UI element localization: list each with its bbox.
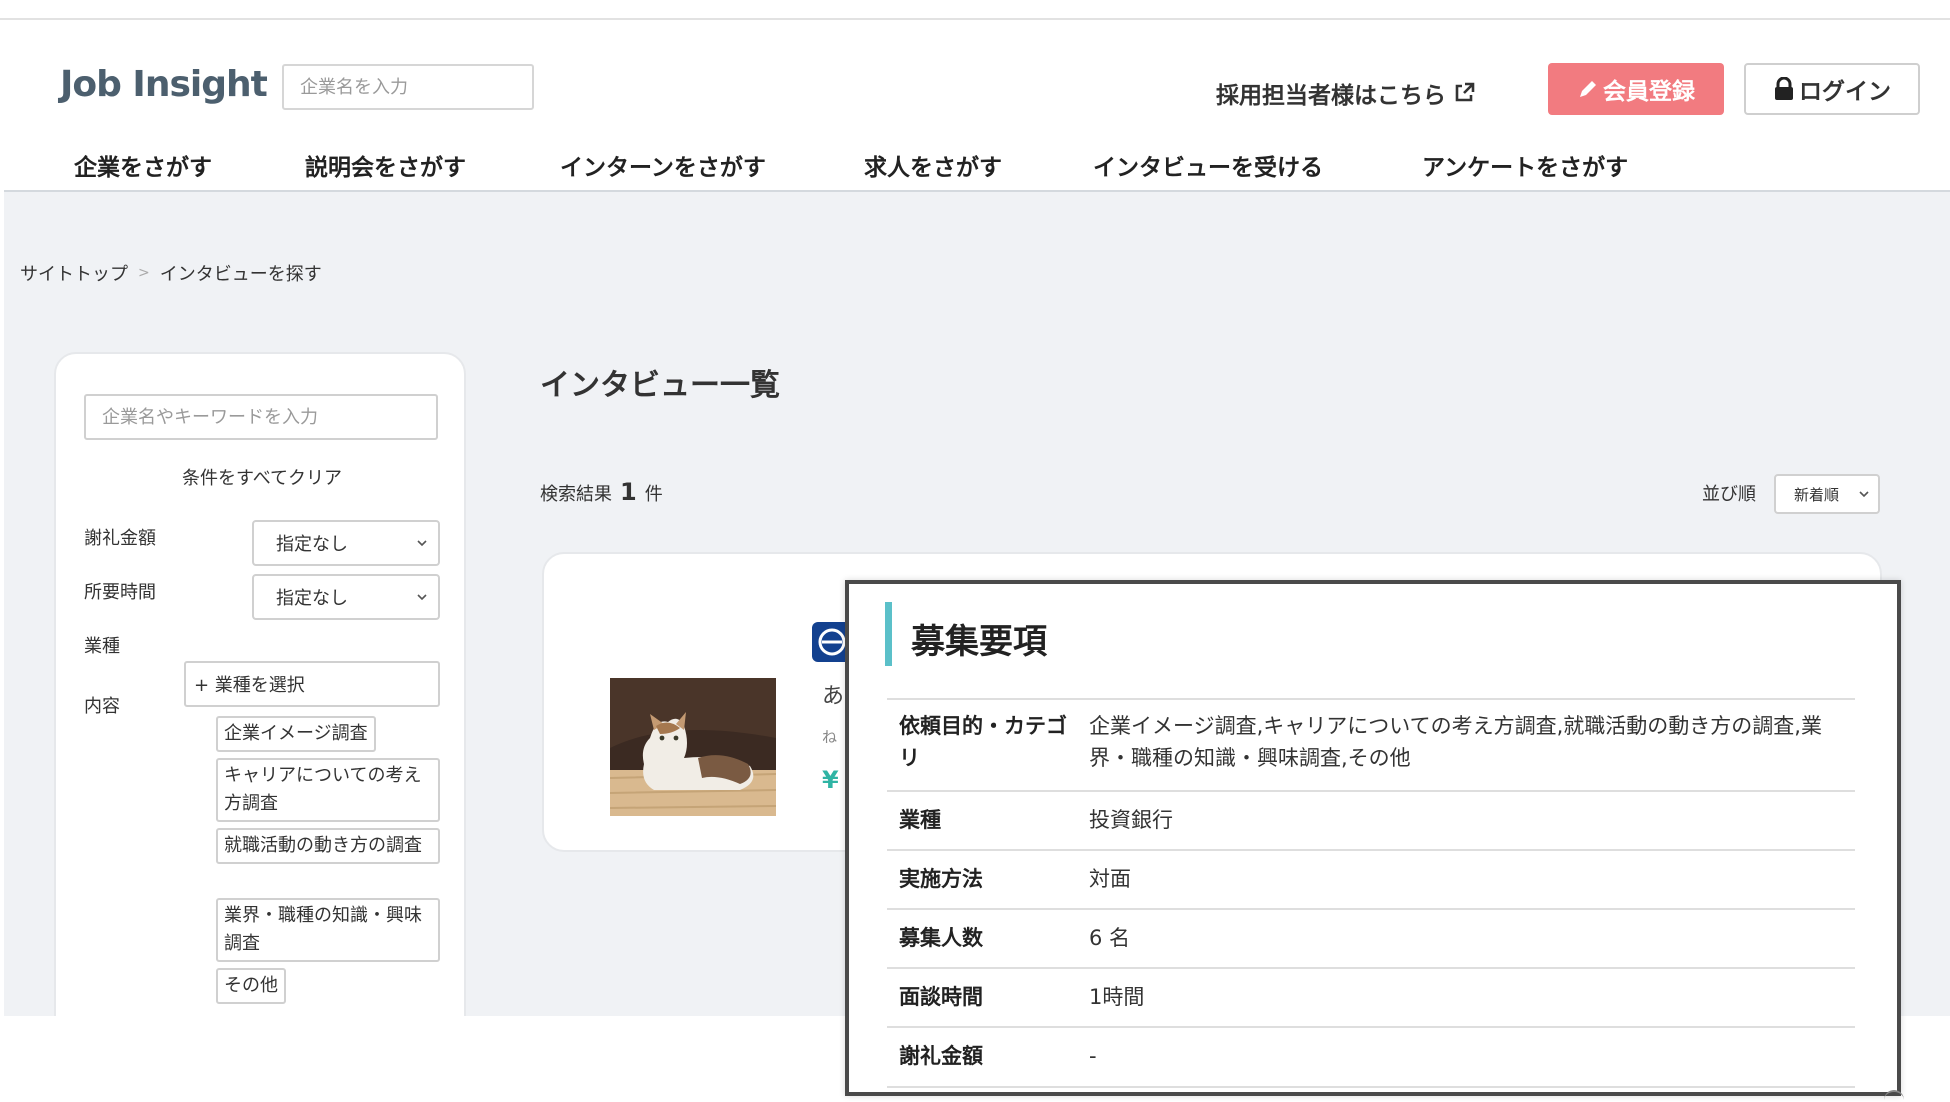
result-prefix: 検索結果 bbox=[540, 484, 612, 505]
register-button[interactable]: 会員登録 bbox=[1548, 63, 1724, 115]
pencil-icon bbox=[1580, 81, 1596, 97]
result-count: 検索結果 1 件 bbox=[540, 478, 663, 506]
spec-value: 6 名 bbox=[1089, 926, 1131, 950]
clear-filters-link[interactable]: 条件をすべてクリア bbox=[56, 464, 468, 490]
content-tag-image-survey[interactable]: 企業イメージ調査 bbox=[216, 716, 376, 752]
scroll-top-icon[interactable] bbox=[1884, 1090, 1904, 1102]
lock-icon bbox=[1775, 77, 1793, 100]
content-tag-career-survey[interactable]: キャリアについての考え方調査 bbox=[216, 758, 440, 822]
breadcrumb: サイトトップ > インタビューを探す bbox=[20, 260, 322, 286]
breadcrumb-separator: > bbox=[138, 265, 150, 281]
external-link-icon bbox=[1455, 82, 1475, 102]
spec-value: 対面 bbox=[1089, 867, 1131, 891]
time-select[interactable]: 指定なし bbox=[252, 574, 440, 620]
keyword-search-input[interactable] bbox=[84, 394, 438, 440]
content-tag-industry-survey[interactable]: 業界・職種の知識・興味調査 bbox=[216, 898, 440, 962]
site-logo[interactable]: Job Insight bbox=[60, 64, 268, 105]
result-suffix: 件 bbox=[644, 484, 663, 505]
result-number: 1 bbox=[620, 478, 637, 506]
nav-item-internships[interactable]: インターンをさがす bbox=[560, 148, 766, 182]
recruitment-details-popup: 募集要項 依頼目的・カテゴリ 企業イメージ調査,キャリアについての考え方調査,就… bbox=[845, 580, 1901, 1096]
nav-item-surveys[interactable]: アンケートをさがす bbox=[1422, 148, 1628, 182]
card-title[interactable]: あ bbox=[822, 678, 844, 710]
spec-key: 実施方法 bbox=[899, 867, 983, 891]
popup-title: 募集要項 bbox=[911, 622, 1047, 662]
company-search-input[interactable] bbox=[282, 64, 534, 110]
cat-photo bbox=[610, 678, 776, 816]
spec-key: 謝礼金額 bbox=[899, 1044, 983, 1068]
time-filter-label: 所要時間 bbox=[84, 582, 156, 603]
spec-value: 企業イメージ調査,キャリアについての考え方調査,就職活動の動き方の調査,業界・職… bbox=[1089, 714, 1822, 770]
nav-item-companies[interactable]: 企業をさがす bbox=[74, 148, 212, 182]
nav-item-jobs[interactable]: 求人をさがす bbox=[864, 148, 1002, 182]
recruiter-link-label: 採用担当者様はこちら bbox=[1216, 83, 1446, 109]
page: Job Insight 採用担当者様はこちら 会員登録 ログイン 企業をさがす … bbox=[0, 0, 1950, 1102]
chevron-down-icon bbox=[417, 594, 427, 601]
time-select-value: 指定なし bbox=[276, 588, 348, 609]
spec-row-reward: 謝礼金額 - bbox=[887, 1026, 1855, 1088]
spec-row-method: 実施方法 対面 bbox=[887, 849, 1855, 908]
sort-select[interactable]: 新着順 bbox=[1774, 474, 1880, 514]
spec-value: 投資銀行 bbox=[1089, 808, 1173, 832]
sort-label: 並び順 bbox=[1702, 484, 1756, 505]
nav-item-seminars[interactable]: 説明会をさがす bbox=[305, 148, 466, 182]
spec-row-purpose: 依頼目的・カテゴリ 企業イメージ調査,キャリアについての考え方調査,就職活動の動… bbox=[887, 698, 1855, 790]
breadcrumb-top[interactable]: サイトトップ bbox=[20, 260, 128, 286]
title-accent-bar bbox=[885, 602, 892, 666]
reward-select-value: 指定なし bbox=[276, 534, 348, 555]
spec-row-headcount: 募集人数 6 名 bbox=[887, 908, 1855, 967]
spec-row-duration: 面談時間 1時間 bbox=[887, 967, 1855, 1026]
filter-sidebar: 条件をすべてクリア 謝礼金額 指定なし 所要時間 指定なし 業種 + 業種を選択… bbox=[54, 352, 466, 1016]
page-title: インタビュー一覧 bbox=[540, 368, 780, 403]
login-button[interactable]: ログイン bbox=[1744, 63, 1920, 115]
card-subtitle: ね bbox=[822, 728, 838, 746]
register-label: 会員登録 bbox=[1603, 79, 1695, 105]
nav-item-interviews[interactable]: インタビューを受ける bbox=[1093, 148, 1323, 182]
recruiter-link[interactable]: 採用担当者様はこちら bbox=[1216, 76, 1476, 110]
chevron-down-icon bbox=[1859, 491, 1869, 498]
content-tag-other[interactable]: その他 bbox=[216, 968, 286, 1004]
top-divider bbox=[0, 18, 1950, 20]
breadcrumb-current: インタビューを探す bbox=[159, 264, 322, 285]
industry-filter-label: 業種 bbox=[84, 636, 120, 657]
reward-filter-label: 謝礼金額 bbox=[84, 528, 156, 549]
yen-icon: ¥ bbox=[822, 766, 839, 794]
spec-value: - bbox=[1089, 1044, 1097, 1068]
spec-key: 依頼目的・カテゴリ bbox=[899, 714, 1067, 770]
spec-value: 1時間 bbox=[1089, 985, 1145, 1009]
content-tag-jobhunt-survey[interactable]: 就職活動の動き方の調査 bbox=[216, 828, 440, 864]
login-label: ログイン bbox=[1799, 79, 1891, 105]
sort-select-value: 新着順 bbox=[1794, 485, 1840, 504]
spec-row-industry: 業種 投資銀行 bbox=[887, 790, 1855, 849]
spec-key: 面談時間 bbox=[899, 985, 983, 1009]
main-nav: 企業をさがす 説明会をさがす インターンをさがす 求人をさがす インタビューを受… bbox=[0, 144, 1950, 192]
chevron-down-icon bbox=[417, 540, 427, 547]
industry-select-button[interactable]: + 業種を選択 bbox=[184, 661, 440, 707]
content-filter-label: 内容 bbox=[84, 696, 120, 717]
spec-key: 募集人数 bbox=[899, 926, 983, 950]
reward-select[interactable]: 指定なし bbox=[252, 520, 440, 566]
spec-key: 業種 bbox=[899, 808, 941, 832]
